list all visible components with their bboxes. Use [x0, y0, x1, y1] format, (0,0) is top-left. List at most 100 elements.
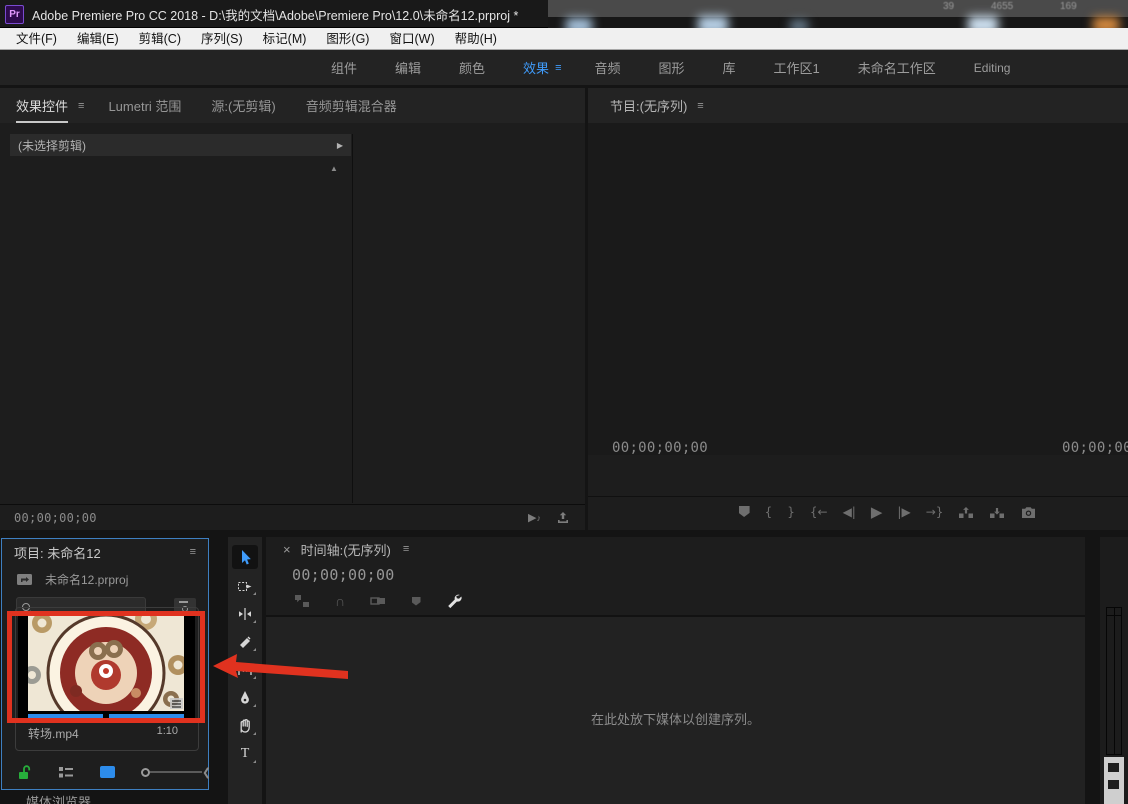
desktop-icon-blur: [968, 16, 998, 28]
desktop-icon-blur: [698, 16, 728, 28]
export-icon[interactable]: [555, 510, 571, 525]
menu-help[interactable]: 帮助(H): [445, 28, 507, 50]
clip-selector-dropdown[interactable]: (未选择剪辑) ▶: [10, 134, 351, 156]
play-audio-icon[interactable]: ▶♪: [528, 511, 541, 524]
linked-selection-icon[interactable]: [370, 593, 386, 609]
menu-marker[interactable]: 标记(M): [253, 28, 317, 50]
thumbnail-zoom-slider[interactable]: [141, 768, 202, 777]
hand-icon: [237, 718, 253, 734]
tab-source-monitor[interactable]: 源:(无剪辑): [211, 96, 275, 115]
menu-bar: 文件(F) 编辑(E) 剪辑(C) 序列(S) 标记(M) 图形(G) 窗口(W…: [0, 28, 1128, 50]
audio-meter-bars: [1106, 607, 1122, 755]
razor-tool[interactable]: [232, 631, 258, 653]
workspace-tab-editing-en[interactable]: Editing: [955, 61, 1030, 75]
clip-name-label[interactable]: 转场.mp4: [28, 725, 79, 742]
workspace-tab-editing-cn[interactable]: 编辑: [376, 58, 440, 77]
clip-duration-label: 1:10: [157, 725, 178, 742]
workspace-tab-color[interactable]: 颜色: [440, 58, 504, 77]
timeline-panel: × 时间轴:(无序列) ≡ 00;00;00;00 ∩ 在此处放下媒体以创建序列…: [266, 537, 1085, 804]
step-forward-icon[interactable]: |▶: [897, 505, 910, 519]
program-timecode-duration: 00;00;00;00: [1062, 440, 1128, 456]
play-button-icon[interactable]: ▶: [871, 503, 883, 521]
snap-magnet-icon[interactable]: ∩: [332, 593, 348, 609]
ripple-edit-icon: [237, 606, 253, 622]
desktop-icon-blur: [566, 18, 592, 28]
track-select-forward-tool[interactable]: [232, 575, 258, 597]
audio-meters-panel: [1100, 537, 1128, 804]
workspace-tab-workspace1[interactable]: 工作区1: [755, 58, 839, 77]
go-to-out-icon[interactable]: →}: [926, 505, 944, 519]
timeline-drop-zone[interactable]: 在此处放下媒体以创建序列。: [266, 615, 1085, 804]
desktop-icon-blur: [790, 20, 808, 28]
insert-overwrite-icon[interactable]: [294, 593, 310, 609]
list-view-icon[interactable]: [58, 766, 74, 779]
workspace-tab-graphics[interactable]: 图形: [640, 58, 704, 77]
expand-arrow-icon[interactable]: ▶: [337, 141, 343, 150]
pen-tool[interactable]: [232, 687, 258, 709]
clip-thumbnail[interactable]: [28, 613, 184, 711]
add-marker-icon[interactable]: [739, 506, 750, 517]
project-writable-lock-icon[interactable]: [18, 765, 32, 780]
transport-controls: { } {← ◀| ▶ |▶ →}: [588, 496, 1128, 526]
step-back-icon[interactable]: ◀|: [843, 505, 856, 519]
tab-timeline[interactable]: 时间轴:(无序列): [301, 540, 391, 559]
lift-icon[interactable]: [958, 505, 974, 519]
panel-menu-icon[interactable]: ≡: [78, 100, 84, 112]
tab-program-monitor[interactable]: 节目:(无序列): [610, 96, 687, 115]
workspace-tab-audio[interactable]: 音频: [575, 58, 639, 77]
menu-sequence[interactable]: 序列(S): [191, 28, 253, 50]
slip-icon: [237, 662, 253, 678]
slip-tool[interactable]: [232, 659, 258, 681]
workspace-tab-effects[interactable]: 效果: [504, 58, 555, 77]
go-to-in-icon[interactable]: {←: [810, 505, 828, 519]
close-panel-icon[interactable]: ×: [283, 542, 291, 557]
window-title: Adobe Premiere Pro CC 2018 - D:\我的文档\Ado…: [32, 5, 518, 24]
zoom-slider-track[interactable]: [150, 771, 202, 773]
hand-tool[interactable]: [232, 715, 258, 737]
audio-meter-scale-fragment: [1104, 757, 1124, 804]
icon-view-icon[interactable]: [100, 766, 115, 778]
zoom-slider-knob[interactable]: [141, 768, 150, 777]
workspace-menu-icon[interactable]: ≡: [555, 62, 575, 74]
export-frame-camera-icon[interactable]: [1020, 505, 1037, 519]
tab-audio-clip-mixer[interactable]: 音频剪辑混合器: [306, 96, 397, 115]
clip-item[interactable]: [18, 611, 195, 721]
type-tool-icon: T: [241, 746, 250, 762]
desktop-label: 169: [1060, 1, 1077, 12]
workspace-tab-libraries[interactable]: 库: [704, 58, 755, 77]
menu-edit[interactable]: 编辑(E): [67, 28, 129, 50]
track-select-forward-icon: [237, 578, 253, 594]
timeline-timecode[interactable]: 00;00;00;00: [292, 566, 395, 584]
type-tool[interactable]: T: [232, 743, 258, 765]
tab-project[interactable]: 项目: 未命名12: [14, 543, 101, 562]
workspace-tab-unnamed[interactable]: 未命名工作区: [839, 58, 955, 77]
menu-window[interactable]: 窗口(W): [379, 28, 444, 50]
mark-out-icon[interactable]: }: [787, 505, 795, 519]
panel-menu-icon[interactable]: ≡: [403, 543, 409, 555]
tab-effect-controls[interactable]: 效果控件: [16, 96, 68, 115]
timeline-drop-message: 在此处放下媒体以创建序列。: [591, 709, 760, 728]
program-timecode-current: 00;00;00;00: [612, 440, 708, 456]
add-marker-icon[interactable]: [408, 593, 424, 609]
extract-icon[interactable]: [989, 505, 1005, 519]
tab-lumetri-scopes[interactable]: Lumetri 范围: [108, 96, 181, 115]
ripple-edit-tool[interactable]: [232, 603, 258, 625]
thumbnail-scrub-bar[interactable]: [28, 714, 184, 718]
title-bar: Pr Adobe Premiere Pro CC 2018 - D:\我的文档\…: [0, 0, 1128, 28]
navigate-up-icon[interactable]: [16, 573, 33, 586]
breadcrumb-project-file[interactable]: 未命名12.prproj: [45, 571, 128, 588]
menu-file[interactable]: 文件(F): [6, 28, 67, 50]
timeline-settings-wrench-icon[interactable]: [446, 593, 462, 609]
scrollbar-up-icon[interactable]: ▲: [330, 164, 338, 173]
program-monitor-viewport: [588, 123, 1128, 455]
menu-clip[interactable]: 剪辑(C): [129, 28, 191, 50]
panel-menu-icon[interactable]: ≡: [190, 546, 196, 558]
mark-in-icon[interactable]: {: [765, 505, 773, 519]
pen-icon: [237, 690, 253, 706]
desktop-label: 4655: [991, 1, 1013, 12]
workspace-tab-assembly[interactable]: 组件: [312, 58, 376, 77]
tab-media-browser[interactable]: 媒体浏览器: [26, 792, 91, 804]
panel-menu-icon[interactable]: ≡: [697, 100, 703, 112]
selection-tool[interactable]: [232, 545, 258, 569]
menu-graphics[interactable]: 图形(G): [316, 28, 379, 50]
